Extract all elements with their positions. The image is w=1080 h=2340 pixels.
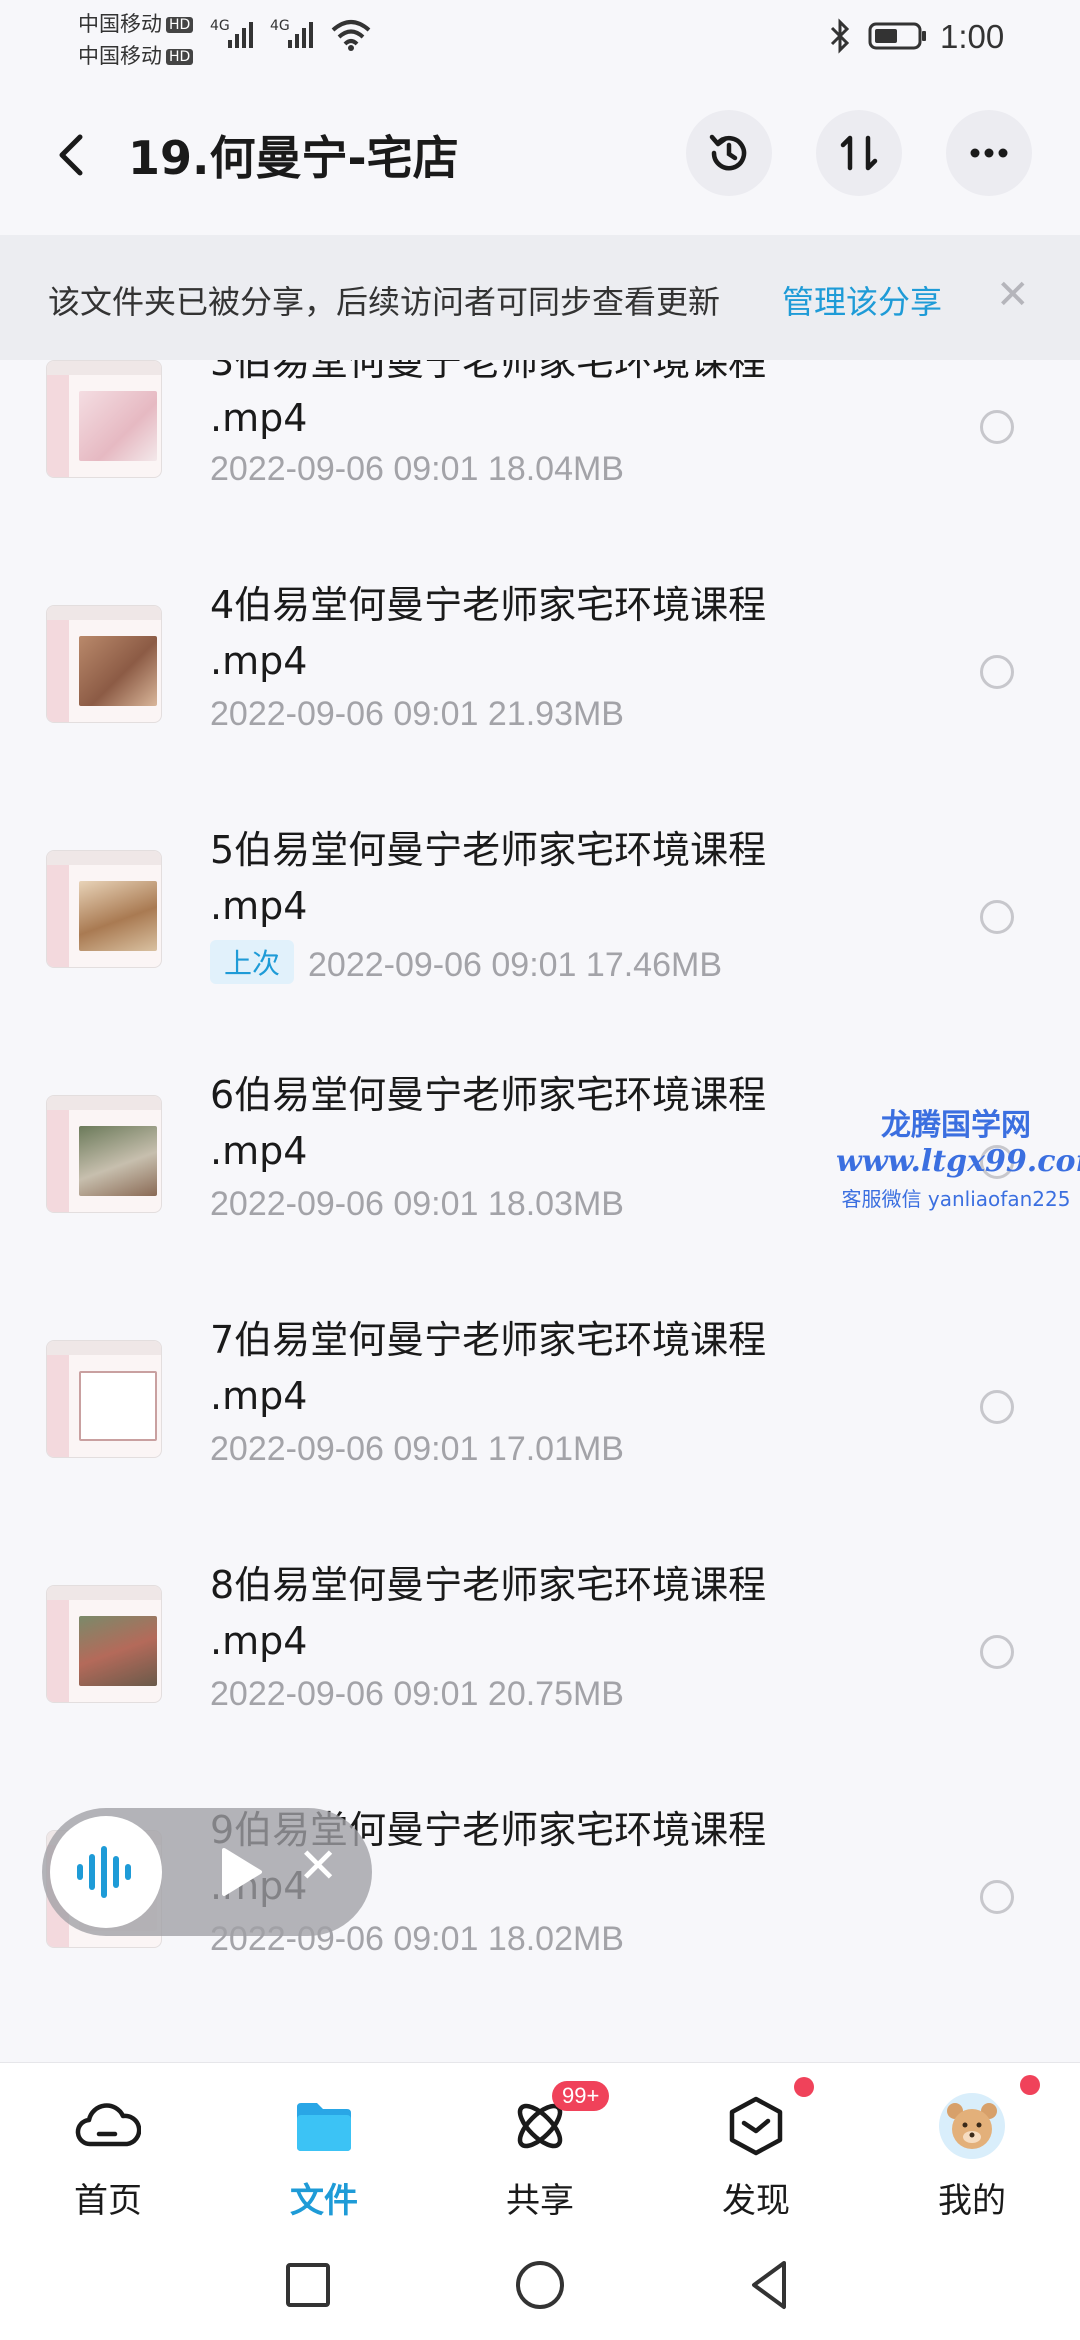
header: 19.何曼宁-宅店 (0, 80, 1080, 235)
notification-dot (794, 2077, 814, 2097)
avatar-icon (930, 2091, 1014, 2161)
file-name: 6伯易堂何曼宁老师家宅环境课程 .mp4 (210, 1073, 767, 1173)
system-nav-bar (0, 2230, 1080, 2340)
watermark-url: www.ltgx99.com (836, 1144, 1080, 1179)
network-type-2: 4G (270, 18, 290, 34)
select-radio[interactable] (980, 655, 1014, 689)
tab-home[interactable]: 首页 (0, 2063, 216, 2231)
audio-wave-icon[interactable] (50, 1816, 162, 1928)
video-thumbnail (46, 360, 162, 478)
back-icon[interactable] (50, 125, 94, 185)
history-button[interactable] (686, 110, 772, 196)
network-type-1: 4G (210, 18, 230, 34)
bluetooth-icon (830, 18, 850, 54)
select-radio[interactable] (980, 410, 1014, 444)
video-thumbnail (46, 605, 162, 723)
sort-button[interactable] (816, 110, 902, 196)
back-nav-icon[interactable] (740, 2255, 800, 2315)
select-radio[interactable] (980, 900, 1014, 934)
select-radio[interactable] (980, 1880, 1014, 1914)
clock: 1:00 (940, 18, 1005, 55)
file-meta: 2022-09-06 09:01 17.01MB (210, 1430, 624, 1468)
file-row[interactable]: 5伯易堂何曼宁老师家宅环境课程 .mp4 上次 2022-09-06 09:01 … (0, 828, 1080, 1073)
watermark: 龙腾国学网 www.ltgx99.com 客服微信 yanliaofan225 (836, 1100, 1080, 1212)
last-watched-badge: 上次 (210, 940, 295, 984)
battery-icon (868, 22, 926, 50)
wifi-icon (331, 20, 371, 51)
file-name: 5伯易堂何曼宁老师家宅环境课程 .mp4 (210, 828, 767, 928)
select-radio[interactable] (980, 1635, 1014, 1669)
more-icon (970, 148, 1008, 158)
close-icon[interactable]: ✕ (996, 273, 1030, 317)
carrier-label-2: 中国移动 HD (78, 40, 194, 70)
manage-share-link[interactable]: 管理该分享 (782, 277, 942, 323)
tab-files[interactable]: 文件 (216, 2063, 432, 2231)
share-banner-text: 该文件夹已被分享，后续访问者可同步查看更新 (48, 283, 721, 321)
file-name: 4伯易堂何曼宁老师家宅环境课程 .mp4 (210, 583, 767, 683)
notification-dot (1020, 2075, 1040, 2095)
share-badge: 99+ (552, 2081, 610, 2111)
home-icon[interactable] (510, 2255, 570, 2315)
video-thumbnail (46, 1095, 162, 1213)
share-banner: 该文件夹已被分享，后续访问者可同步查看更新 管理该分享 ✕ (0, 235, 1080, 360)
tab-label: 共享 (506, 2181, 574, 2221)
signal-icon (288, 20, 313, 48)
folder-icon (282, 2091, 366, 2161)
file-row[interactable]: 4伯易堂何曼宁老师家宅环境课程 .mp4 2022-09-06 09:01 21… (0, 583, 1080, 828)
select-radio[interactable] (980, 1390, 1014, 1424)
video-thumbnail (46, 1340, 162, 1458)
bottom-nav: 首页 文件 99+ 共享 发现 我的 (0, 2062, 1080, 2230)
tab-label: 发现 (722, 2181, 790, 2221)
close-icon[interactable]: ✕ (298, 1836, 338, 1896)
file-meta: 2022-09-06 09:01 21.93MB (210, 695, 624, 733)
tab-label: 文件 (290, 2181, 358, 2221)
carrier-label-1: 中国移动 HD (78, 8, 194, 38)
file-row[interactable]: 3伯易堂何曼宁老师家宅环境课程 .mp4 2022-09-06 09:01 18… (0, 360, 1080, 583)
file-name: 7伯易堂何曼宁老师家宅环境课程 .mp4 (210, 1318, 767, 1418)
tab-discover[interactable]: 发现 (648, 2063, 864, 2231)
file-row[interactable]: 7伯易堂何曼宁老师家宅环境课程 .mp4 2022-09-06 09:01 17… (0, 1318, 1080, 1563)
video-thumbnail (46, 850, 162, 968)
file-name: 3伯易堂何曼宁老师家宅环境课程 .mp4 (210, 360, 767, 440)
page-title: 19.何曼宁-宅店 (128, 131, 459, 185)
floating-audio-player[interactable]: ✕ (42, 1808, 372, 1936)
tab-label: 我的 (938, 2181, 1006, 2221)
status-bar: 中国移动 HD 中国移动 HD 4G 4G 1:00 (0, 0, 1080, 80)
history-icon (709, 134, 747, 171)
file-row[interactable]: 8伯易堂何曼宁老师家宅环境课程 .mp4 2022-09-06 09:01 20… (0, 1563, 1080, 1808)
file-meta: 上次 2022-09-06 09:01 17.46MB (210, 940, 722, 985)
watermark-title: 龙腾国学网 (881, 1108, 1031, 1143)
file-meta: 2022-09-06 09:01 18.03MB (210, 1185, 624, 1223)
file-meta: 2022-09-06 09:01 20.75MB (210, 1675, 624, 1713)
tab-profile[interactable]: 我的 (864, 2063, 1080, 2231)
video-thumbnail (46, 1585, 162, 1703)
file-name: 8伯易堂何曼宁老师家宅环境课程 .mp4 (210, 1563, 767, 1663)
watermark-contact: 客服微信 yanliaofan225 (841, 1187, 1071, 1211)
file-meta: 2022-09-06 09:01 18.04MB (210, 450, 624, 488)
cloud-icon (66, 2091, 150, 2161)
recent-apps-icon[interactable] (278, 2255, 338, 2315)
tab-share[interactable]: 99+ 共享 (432, 2063, 648, 2231)
more-button[interactable] (946, 110, 1032, 196)
sort-icon (840, 135, 878, 171)
play-icon[interactable] (210, 1842, 270, 1902)
tab-label: 首页 (74, 2181, 142, 2221)
signal-icon (228, 20, 253, 48)
discover-icon (714, 2091, 798, 2161)
